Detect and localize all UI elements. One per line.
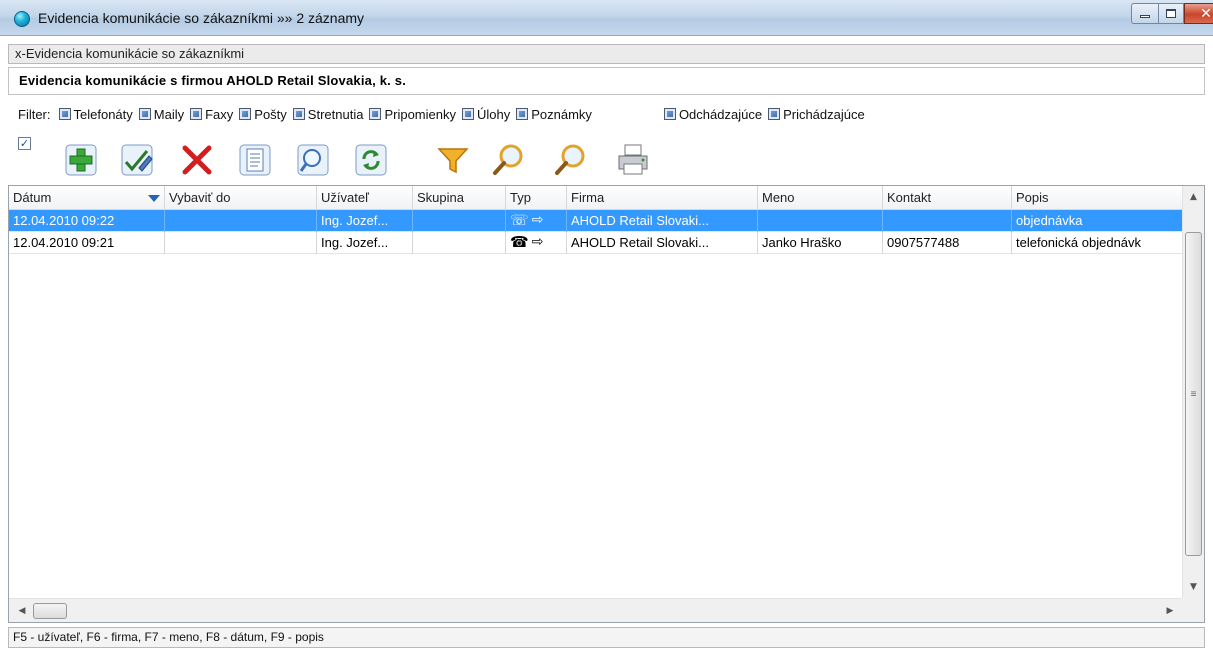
col-header-skupina[interactable]: Skupina <box>413 186 506 210</box>
preview-icon <box>297 144 329 176</box>
scrollbar-corner <box>1182 598 1204 622</box>
filter-pripomienky[interactable]: Pripomienky <box>369 107 456 122</box>
table-row[interactable]: 12.04.2010 09:22 Ing. Jozef... ☏ ⇨ AHOLD … <box>9 210 1183 232</box>
window-title: Evidencia komunikácie so zákazníkmi »» 2… <box>38 10 365 26</box>
select-all-checkbox[interactable]: ✓ <box>18 137 31 150</box>
col-header-uzivatel[interactable]: Užívateľ <box>317 186 413 210</box>
fax-icon: ☏ <box>510 211 529 229</box>
maximize-button[interactable] <box>1158 3 1184 24</box>
checkbox-icon[interactable] <box>369 108 382 120</box>
app-globe-icon <box>14 11 30 27</box>
minimize-button[interactable] <box>1131 3 1158 24</box>
filter-button[interactable] <box>434 141 472 179</box>
col-header-datum[interactable]: Dátum <box>9 186 165 210</box>
checkbox-icon[interactable] <box>190 108 203 120</box>
page-title: Evidencia komunikácie s firmou AHOLD Ret… <box>8 67 1205 95</box>
filter-telefonaty[interactable]: Telefonáty <box>58 107 133 122</box>
print-button[interactable] <box>614 141 652 179</box>
filter-label: Filter: <box>18 106 51 122</box>
print-icon <box>618 144 648 175</box>
horizontal-scrollbar[interactable]: ◀ ▶ <box>9 598 1183 622</box>
filter-posty[interactable]: Pošty <box>239 107 287 122</box>
copy-button[interactable] <box>236 141 274 179</box>
vertical-scroll-thumb[interactable]: ≡ <box>1185 232 1202 556</box>
col-header-firma[interactable]: Firma <box>567 186 758 210</box>
col-header-typ[interactable]: Typ <box>506 186 567 210</box>
outgoing-arrow-icon: ⇨ <box>531 212 544 228</box>
checkbox-icon[interactable] <box>292 108 305 120</box>
close-button[interactable]: ✕ <box>1184 3 1213 24</box>
scroll-up-icon[interactable]: ▲ <box>1183 188 1204 206</box>
grid-rows: 12.04.2010 09:22 Ing. Jozef... ☏ ⇨ AHOLD … <box>9 210 1183 254</box>
records-grid: Dátum Vybaviť do Užívateľ Skupina Typ Fi… <box>8 185 1205 623</box>
delete-button[interactable] <box>178 141 216 179</box>
title-bar: Evidencia komunikácie so zákazníkmi »» 2… <box>0 0 1213 36</box>
edit-icon <box>121 144 153 176</box>
col-header-vybavit-do[interactable]: Vybaviť do <box>165 186 317 210</box>
refresh-button[interactable] <box>352 141 390 179</box>
toolbar: ✓ <box>8 131 1205 181</box>
add-icon <box>65 144 97 176</box>
checkbox-icon[interactable] <box>461 108 474 120</box>
refresh-icon <box>355 144 387 176</box>
copy-icon <box>239 144 271 176</box>
scroll-down-icon[interactable]: ▼ <box>1183 578 1204 596</box>
scroll-right-icon[interactable]: ▶ <box>1161 603 1179 619</box>
col-header-popis[interactable]: Popis <box>1012 186 1183 210</box>
search-next-icon <box>555 144 585 175</box>
filter-maily[interactable]: Maily <box>138 107 184 122</box>
filter-ulohy[interactable]: Úlohy <box>461 107 510 122</box>
sort-desc-icon <box>148 195 160 202</box>
filter-stretnutia[interactable]: Stretnutia <box>292 107 363 122</box>
filter-icon <box>437 148 469 174</box>
phone-icon: ☎ <box>510 233 529 251</box>
filter-prichadzajuce[interactable]: Prichádzajúce <box>768 107 865 122</box>
checkbox-icon[interactable] <box>663 108 676 120</box>
search-next-button[interactable] <box>552 141 590 179</box>
scroll-left-icon[interactable]: ◀ <box>13 603 31 619</box>
checkbox-icon[interactable] <box>516 108 529 120</box>
status-bar: F5 - užívateľ, F6 - firma, F7 - meno, F8… <box>8 627 1205 648</box>
form-caption: x-Evidencia komunikácie so zákazníkmi <box>8 44 1205 64</box>
outgoing-arrow-icon: ⇨ <box>531 234 544 250</box>
filter-bar: Filter: Telefonáty Maily Faxy Pošty Stre… <box>8 101 1205 127</box>
maximize-icon <box>1166 9 1176 18</box>
close-icon: ✕ <box>1200 5 1212 22</box>
add-button[interactable] <box>62 141 100 179</box>
filter-faxy[interactable]: Faxy <box>190 107 233 122</box>
search-button[interactable] <box>490 141 528 179</box>
search-icon <box>493 144 523 175</box>
grip-icon: ≡ <box>1190 388 1197 400</box>
checkbox-icon[interactable] <box>58 108 71 120</box>
col-header-meno[interactable]: Meno <box>758 186 883 210</box>
filter-poznamky[interactable]: Poznámky <box>516 107 592 122</box>
checkbox-icon[interactable] <box>768 108 781 120</box>
horizontal-scroll-thumb[interactable] <box>33 603 67 619</box>
checkbox-icon[interactable] <box>138 108 151 120</box>
col-header-kontakt[interactable]: Kontakt <box>883 186 1012 210</box>
filter-odchadzajuce[interactable]: Odchádzajúce <box>663 107 762 122</box>
delete-icon <box>182 145 212 175</box>
edit-button[interactable] <box>118 141 156 179</box>
preview-button[interactable] <box>294 141 332 179</box>
table-row[interactable]: 12.04.2010 09:21 Ing. Jozef... ☎ ⇨ AHOLD … <box>9 232 1183 254</box>
minimize-icon <box>1140 15 1150 18</box>
vertical-scrollbar[interactable]: ▲ ≡ ▼ <box>1182 186 1204 598</box>
checkbox-icon[interactable] <box>239 108 252 120</box>
grid-header: Dátum Vybaviť do Užívateľ Skupina Typ Fi… <box>9 186 1183 210</box>
